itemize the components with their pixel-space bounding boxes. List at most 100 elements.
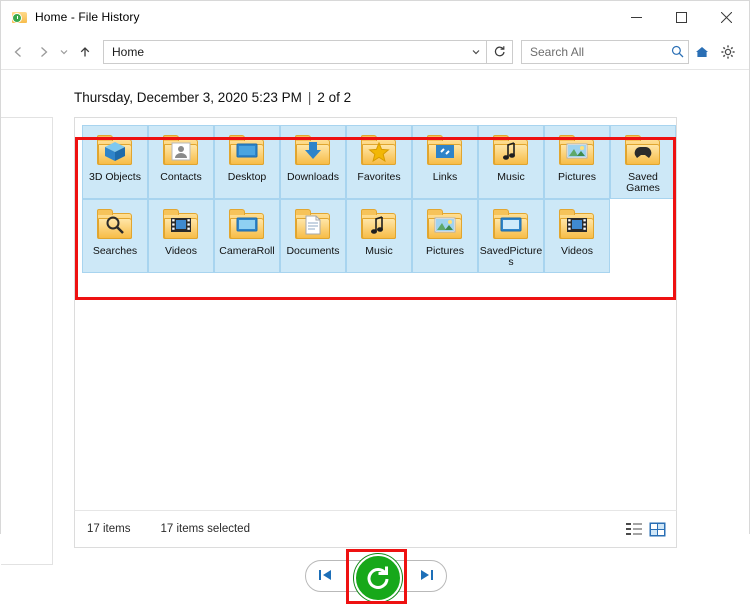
file-item-camera-roll[interactable]: CameraRoll bbox=[214, 199, 280, 273]
contacts-folder-icon bbox=[160, 130, 202, 170]
large-icons-view-icon[interactable] bbox=[649, 522, 666, 537]
music-folder-icon bbox=[490, 130, 532, 170]
search-placeholder: Search All bbox=[530, 44, 585, 59]
file-item-desktop[interactable]: Desktop bbox=[214, 125, 280, 199]
file-item-links[interactable]: Links bbox=[412, 125, 478, 199]
monitor-glyph bbox=[500, 217, 522, 232]
monitor-glyph bbox=[236, 143, 258, 158]
view-mode-buttons bbox=[626, 522, 666, 537]
file-item-label: Links bbox=[432, 171, 458, 183]
file-item-saved-games[interactable]: Saved Games bbox=[610, 125, 676, 199]
searches-folder-icon bbox=[94, 204, 136, 244]
file-item-label: CameraRoll bbox=[219, 245, 275, 257]
music-note-glyph bbox=[503, 142, 515, 160]
version-timestamp: Thursday, December 3, 2020 5:23 PM bbox=[74, 90, 302, 105]
camera-roll-folder-icon bbox=[226, 204, 268, 244]
file-item-videos-2[interactable]: Videos bbox=[544, 199, 610, 273]
version-counter: 2 of 2 bbox=[317, 90, 352, 105]
address-chevron-down-icon[interactable] bbox=[466, 47, 486, 57]
saved-pictures-folder-icon bbox=[490, 204, 532, 244]
restore-annotation-box bbox=[346, 549, 407, 604]
home-icon[interactable] bbox=[689, 38, 715, 66]
previous-version-icon[interactable] bbox=[318, 568, 334, 585]
downloads-folder-icon bbox=[292, 130, 334, 170]
music-note-glyph bbox=[371, 216, 383, 234]
3d-objects-folder-icon bbox=[94, 130, 136, 170]
favorites-folder-icon bbox=[358, 130, 400, 170]
file-item-label: Documents bbox=[286, 245, 340, 257]
back-arrow-icon[interactable] bbox=[7, 38, 31, 66]
monitor-glyph bbox=[236, 217, 258, 232]
item-count-label: 17 items bbox=[87, 523, 131, 535]
file-item-videos[interactable]: Videos bbox=[148, 199, 214, 273]
desktop-folder-icon bbox=[226, 130, 268, 170]
minimize-button[interactable] bbox=[614, 1, 659, 33]
file-item-label: Pictures bbox=[426, 245, 464, 257]
documents-folder-icon bbox=[292, 204, 334, 244]
file-item-downloads[interactable]: Downloads bbox=[280, 125, 346, 199]
links-folder-icon bbox=[424, 130, 466, 170]
next-version-icon[interactable] bbox=[418, 568, 434, 585]
file-item-contacts[interactable]: Contacts bbox=[148, 125, 214, 199]
forward-arrow-icon[interactable] bbox=[31, 38, 55, 66]
file-item-label: Music bbox=[365, 245, 393, 257]
address-input[interactable]: Home bbox=[103, 39, 487, 64]
file-item-label: Music bbox=[497, 171, 525, 183]
file-item-label: Contacts bbox=[160, 171, 202, 183]
content-area: Thursday, December 3, 2020 5:23 PM | 2 of … bbox=[1, 70, 749, 604]
file-item-label: Saved Games bbox=[626, 171, 660, 194]
file-item-label: 3D Objects bbox=[89, 171, 141, 183]
pictures-folder-icon bbox=[556, 130, 598, 170]
file-item-3d-objects[interactable]: 3D Objects bbox=[82, 125, 148, 199]
refresh-icon[interactable] bbox=[487, 39, 513, 64]
status-bar: 17 items 17 items selected bbox=[74, 510, 677, 548]
search-icon[interactable] bbox=[666, 45, 688, 58]
file-item-searches[interactable]: Searches bbox=[82, 199, 148, 273]
file-item-pictures-2[interactable]: Pictures bbox=[412, 199, 478, 273]
left-sidebar-panel bbox=[1, 117, 53, 565]
file-item-label: Downloads bbox=[287, 171, 339, 183]
file-item-favorites[interactable]: Favorites bbox=[346, 125, 412, 199]
file-list-pane[interactable]: 3D Objects Contacts Desktop Downloads Fa… bbox=[74, 117, 677, 548]
close-button[interactable] bbox=[704, 1, 749, 33]
file-item-pictures[interactable]: Pictures bbox=[544, 125, 610, 199]
window-controls bbox=[614, 1, 749, 33]
version-header: Thursday, December 3, 2020 5:23 PM | 2 of … bbox=[74, 90, 351, 105]
file-item-documents[interactable]: Documents bbox=[280, 199, 346, 273]
music-folder-icon bbox=[358, 204, 400, 244]
title-bar: Home - File History bbox=[1, 1, 749, 34]
file-row: Searches Videos CameraRoll Documents Mus… bbox=[82, 199, 666, 273]
file-item-label: Searches bbox=[92, 245, 138, 257]
3d-cube-glyph bbox=[105, 142, 125, 161]
file-item-music[interactable]: Music bbox=[478, 125, 544, 199]
download-arrow-glyph bbox=[305, 142, 321, 159]
star-glyph bbox=[368, 141, 390, 162]
file-item-label: Videos bbox=[561, 245, 593, 257]
file-item-label: Videos bbox=[165, 245, 197, 257]
file-item-label: SavedPictures bbox=[479, 245, 543, 268]
window-title: Home - File History bbox=[35, 10, 140, 24]
file-item-label: Pictures bbox=[558, 171, 596, 183]
file-item-label: Desktop bbox=[227, 171, 267, 183]
file-item-label: Favorites bbox=[357, 171, 401, 183]
file-item-music-2[interactable]: Music bbox=[346, 199, 412, 273]
gamepad-glyph bbox=[634, 146, 652, 158]
details-view-icon[interactable] bbox=[626, 522, 643, 537]
recent-locations-chevron-down-icon[interactable] bbox=[55, 38, 73, 66]
videos-folder-icon bbox=[160, 204, 202, 244]
maximize-button[interactable] bbox=[659, 1, 704, 33]
photo-glyph bbox=[434, 217, 456, 233]
up-arrow-icon[interactable] bbox=[73, 38, 97, 66]
address-path-value: Home bbox=[112, 44, 145, 59]
link-chain-glyph bbox=[436, 145, 454, 158]
photo-glyph bbox=[566, 143, 588, 159]
film-strip-glyph bbox=[171, 218, 191, 232]
search-input[interactable]: Search All bbox=[521, 39, 689, 64]
saved-games-folder-icon bbox=[622, 130, 664, 170]
contact-card-glyph bbox=[171, 142, 191, 161]
gear-icon[interactable] bbox=[715, 38, 741, 66]
film-strip-glyph bbox=[567, 218, 587, 232]
header-separator: | bbox=[307, 90, 312, 105]
file-grid: 3D Objects Contacts Desktop Downloads Fa… bbox=[82, 125, 676, 273]
file-item-saved-pictures[interactable]: SavedPictures bbox=[478, 199, 544, 273]
